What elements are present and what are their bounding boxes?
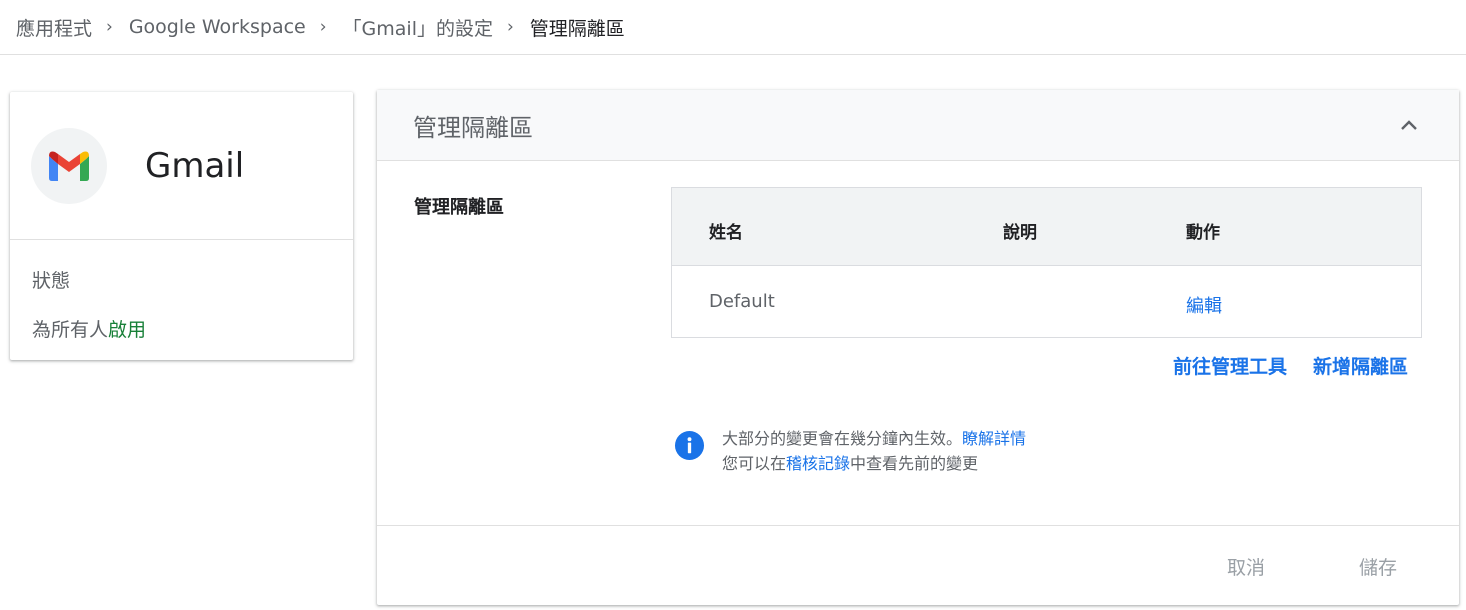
collapse-button[interactable]: [1393, 109, 1425, 141]
chevron-right-icon: ›: [506, 17, 514, 37]
info-line-1: 大部分的變更會在幾分鐘內生效。瞭解詳情: [722, 426, 1026, 451]
breadcrumb-workspace[interactable]: Google Workspace: [129, 16, 306, 38]
save-button[interactable]: 儲存: [1359, 553, 1397, 580]
table-row: Default 編輯: [672, 266, 1421, 337]
go-to-admin-tool-link[interactable]: 前往管理工具: [1173, 352, 1287, 379]
status-value: 啟用: [108, 319, 147, 341]
info-line-2: 您可以在稽核記錄中查看先前的變更: [722, 451, 1026, 476]
info-line-2-prefix: 您可以在: [722, 454, 787, 473]
column-header-description: 說明: [1003, 223, 1037, 243]
panel-footer: 取消 儲存: [377, 525, 1459, 605]
quarantine-table: 姓名 說明 動作 Default 編輯: [671, 187, 1422, 338]
breadcrumb-apps[interactable]: 應用程式: [16, 14, 92, 41]
quarantine-panel: 管理隔離區 管理隔離區 姓名 說明 動作 Default 編輯 前往管理工具 新…: [377, 90, 1459, 605]
column-header-name: 姓名: [709, 223, 743, 243]
app-info-card: Gmail 狀態 為所有人啟用: [10, 92, 353, 360]
status-label: 狀態: [32, 270, 71, 292]
info-icon: [674, 430, 705, 461]
gmail-logo-icon: [31, 127, 107, 204]
chevron-right-icon: ›: [319, 17, 327, 37]
edit-link[interactable]: 編輯: [1186, 292, 1222, 318]
table-header: 姓名 說明 動作: [672, 188, 1421, 266]
chevron-up-icon: [1401, 120, 1417, 130]
add-quarantine-link[interactable]: 新增隔離區: [1313, 352, 1408, 379]
breadcrumb-gmail-settings[interactable]: 「Gmail」的設定: [343, 14, 493, 41]
info-notice: 大部分的變更會在幾分鐘內生效。瞭解詳情 您可以在稽核記錄中查看先前的變更: [674, 426, 1026, 476]
table-actions: 前往管理工具 新增隔離區: [1173, 352, 1408, 379]
breadcrumb-current: 管理隔離區: [529, 17, 625, 40]
audit-log-link[interactable]: 稽核記錄: [786, 454, 850, 473]
status-prefix: 為所有人: [32, 319, 109, 341]
row-name: Default: [709, 291, 775, 312]
column-header-action: 動作: [1186, 223, 1220, 243]
app-header: Gmail: [10, 92, 353, 240]
status-line: 為所有人啟用: [32, 315, 353, 342]
section-label: 管理隔離區: [414, 197, 504, 218]
learn-more-link[interactable]: 瞭解詳情: [962, 429, 1026, 448]
panel-header[interactable]: 管理隔離區: [377, 90, 1459, 161]
chevron-right-icon: ›: [106, 17, 113, 37]
breadcrumb: 應用程式 › Google Workspace › 「Gmail」的設定 › 管…: [0, 0, 1466, 55]
app-status: 狀態 為所有人啟用: [10, 240, 353, 342]
info-text: 大部分的變更會在幾分鐘內生效。瞭解詳情 您可以在稽核記錄中查看先前的變更: [722, 426, 1026, 476]
app-name: Gmail: [145, 145, 245, 186]
cancel-button[interactable]: 取消: [1227, 553, 1265, 580]
info-line-1-text: 大部分的變更會在幾分鐘內生效。: [722, 429, 963, 448]
info-line-2-suffix: 中查看先前的變更: [850, 454, 979, 473]
panel-title: 管理隔離區: [413, 113, 533, 142]
